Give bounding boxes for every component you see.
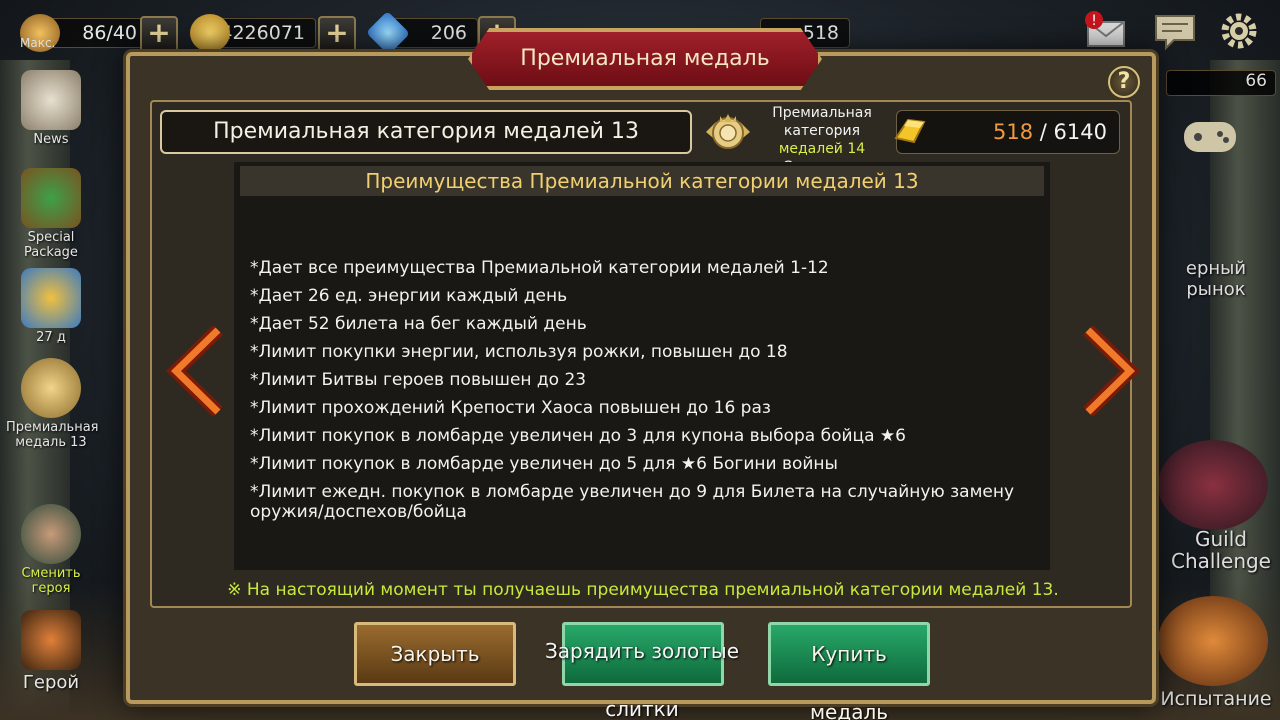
sidebar-item-hero[interactable]: Герой [6,610,96,693]
guild-challenge-label[interactable]: Guild Challenge [1166,528,1276,572]
gold-current: 518 [993,120,1034,144]
list-item: *Лимит покупок в ломбарде увеличен до 3 … [250,426,906,446]
medal-icon [702,108,754,158]
premium-medal-dialog: Премиальная медаль ? Премиальная категор… [126,28,1156,720]
gold-separator: / [1033,120,1054,144]
energy-caption: Макс. [20,36,56,50]
sidebar-item-label: Special Package [24,230,78,260]
sidebar-item-news[interactable]: News [6,70,96,147]
sidebar-item-special-package[interactable]: Special Package [6,168,96,260]
next-category-arrow[interactable] [1080,324,1141,418]
energy-add-button[interactable]: + [140,16,178,52]
gold-bag-icon [21,268,81,328]
gamepad-icon[interactable] [1180,112,1240,162]
dialog-body: Премиальная категория медалей 13 Премиал… [150,100,1132,608]
helmet-icon [21,610,81,670]
gold-bar-icon [890,110,930,150]
sidebar-item-premium-medal[interactable]: Премиальная медаль 13 [6,358,99,450]
list-item: *Дает 52 билета на бег каждый день [250,314,587,334]
trial-label[interactable]: Испытание [1156,688,1276,710]
benefits-list: *Дает все преимущества Премиальной катег… [250,258,1040,530]
chat-icon[interactable] [1152,10,1198,52]
help-button[interactable]: ? [1108,66,1140,98]
list-item: *Лимит Битвы героев повышен до 23 [250,370,587,390]
status-note: ※ На настоящий момент ты получаешь преим… [227,580,1059,600]
right-counter: 66 [1166,70,1276,96]
next-category-line2: медалей 14 [778,141,866,157]
charge-gold-button[interactable]: Зарядить золотые слитки [522,622,762,720]
sidebar-item-label: Сменить героя [21,566,81,596]
sidebar-item-change-hero[interactable]: Сменить героя [6,504,96,596]
next-category-line1: Премиальная категория [772,105,872,139]
sidebar-item-label: 27 д [36,330,66,345]
mail-icon[interactable]: ! [1082,10,1128,52]
settings-gear-icon[interactable] [1216,10,1262,52]
current-category: Премиальная категория медалей 13 [160,110,692,154]
benefits-title: Преимущества Премиальной категории медал… [240,166,1044,196]
hero-portrait-icon [21,504,81,564]
coin-resource: 4226071 + [190,14,356,52]
dialog-title: Премиальная медаль [468,28,822,90]
sidebar-item-label: News [33,132,69,147]
trophy-icon[interactable] [1158,596,1268,686]
list-item: *Лимит покупки энергии, используя рожки,… [250,342,788,362]
buy-medal-button[interactable]: Купить медаль [768,622,930,720]
black-market-label[interactable]: ерный рынок [1156,258,1276,300]
benefits-panel: Преимущества Премиальной категории медал… [234,162,1050,570]
svg-text:!: ! [1091,13,1097,29]
coin-add-button[interactable]: + [318,16,356,52]
gold-coin-icon [190,14,230,52]
close-button[interactable]: Закрыть [354,622,516,686]
chevron-right-icon [1083,324,1141,418]
list-item: *Лимит ежедн. покупок в ломбарде увеличе… [250,482,1015,522]
sidebar-item-label: Премиальная медаль 13 [6,420,99,450]
news-icon [21,70,81,130]
guild-challenge-icon[interactable] [1158,440,1268,530]
sidebar-item-label: Герой [22,672,80,693]
gold-cost: 6140 [1053,120,1107,144]
sidebar-item-bag[interactable]: 27 д [6,268,96,345]
previous-category-arrow[interactable] [165,324,226,418]
list-item: *Лимит покупок в ломбарде увеличен до 5 … [250,454,838,474]
list-item: *Дает 26 ед. энергии каждый день [250,286,568,306]
medal-icon [21,358,81,418]
chevron-left-icon [165,324,223,418]
list-item: *Лимит прохождений Крепости Хаоса повыше… [250,398,771,418]
treasure-chest-icon [21,168,81,228]
list-item: *Дает все преимущества Премиальной катег… [250,258,829,278]
